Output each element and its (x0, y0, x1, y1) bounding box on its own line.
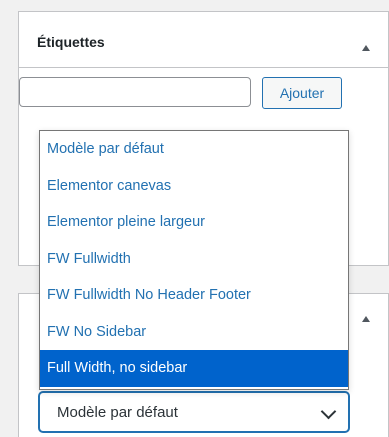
collapse-arrow-icon[interactable] (362, 45, 370, 51)
add-tag-button[interactable]: Ajouter (262, 77, 342, 109)
template-dropdown-list: Modèle par défaut Elementor canevas Elemen… (39, 130, 349, 390)
tags-panel-title: Étiquettes (37, 34, 105, 50)
dropdown-option[interactable]: Modèle par défaut (40, 131, 348, 168)
dropdown-option[interactable]: FW Fullwidth (40, 241, 348, 278)
dropdown-option[interactable]: Elementor pleine largeur (40, 204, 348, 241)
dropdown-option[interactable]: FW Fullwidth No Header Footer (40, 277, 348, 314)
template-select-value: Modèle par défaut (57, 404, 178, 421)
chevron-down-icon (320, 403, 337, 420)
tags-panel-header[interactable]: Étiquettes (19, 12, 388, 68)
tag-input[interactable] (19, 77, 251, 107)
dropdown-option[interactable]: Full Width, no sidebar (40, 350, 348, 387)
dropdown-option[interactable]: Elementor canevas (40, 168, 348, 205)
collapse-arrow-icon[interactable] (362, 316, 370, 322)
dropdown-option[interactable]: FW No Sidebar (40, 314, 348, 351)
template-select[interactable]: Modèle par défaut (39, 392, 349, 432)
